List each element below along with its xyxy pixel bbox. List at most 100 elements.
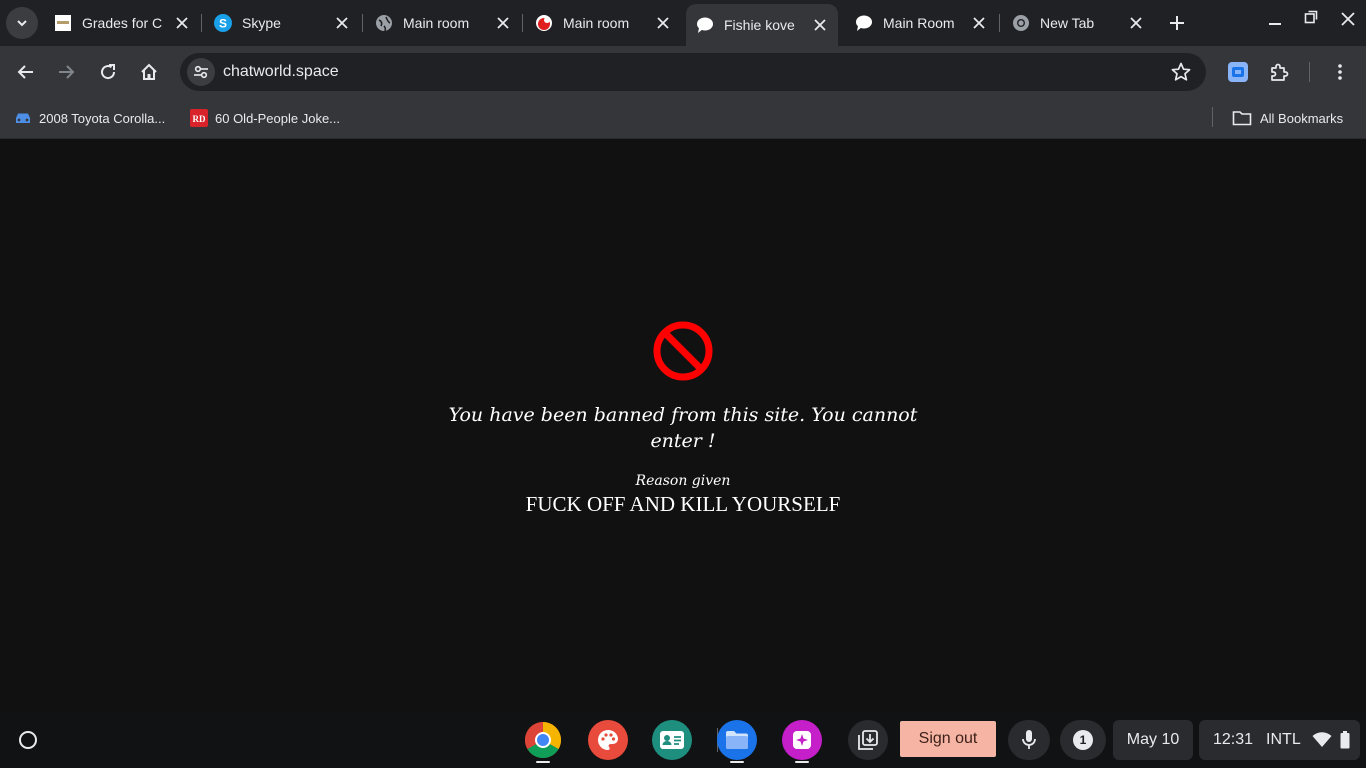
tab-grades[interactable]: Grades for C bbox=[44, 4, 200, 42]
extension-app-button[interactable] bbox=[1226, 60, 1250, 84]
reason-label: Reason given bbox=[635, 473, 731, 489]
extensions-button[interactable] bbox=[1267, 60, 1291, 84]
id-card-icon bbox=[660, 731, 684, 749]
bookmarks-divider bbox=[1212, 107, 1213, 127]
system-tray-button[interactable]: 12:31 INTL bbox=[1199, 720, 1360, 760]
running-indicator bbox=[795, 761, 809, 763]
restore-icon bbox=[1304, 10, 1318, 24]
chat-bubble-icon bbox=[696, 16, 714, 34]
tab-new-tab[interactable]: New Tab bbox=[1002, 4, 1154, 42]
input-method-text: INTL bbox=[1266, 731, 1301, 748]
time-text: 12:31 bbox=[1213, 731, 1254, 748]
star-icon bbox=[1171, 62, 1191, 81]
bookmark-jokes[interactable]: RD 60 Old-People Joke... bbox=[190, 107, 340, 129]
tab-skype[interactable]: S Skype bbox=[204, 4, 360, 42]
bookmark-star-button[interactable] bbox=[1170, 61, 1192, 83]
tab-divider bbox=[522, 14, 523, 32]
extension-app-icon bbox=[1228, 62, 1248, 82]
screen-capture-button[interactable] bbox=[848, 720, 888, 760]
home-button[interactable] bbox=[133, 56, 165, 88]
chat-red-icon bbox=[535, 14, 553, 32]
bookmark-label: 2008 Toyota Corolla... bbox=[39, 110, 166, 126]
chrome-app[interactable] bbox=[523, 720, 563, 760]
sparkle-photo-icon bbox=[793, 731, 811, 749]
forward-button[interactable] bbox=[50, 56, 82, 88]
arrow-right-icon bbox=[59, 65, 75, 79]
more-vert-icon bbox=[1338, 64, 1342, 80]
tab-title: Main room bbox=[403, 15, 470, 31]
puzzle-icon bbox=[1271, 63, 1289, 81]
rd-icon: RD bbox=[190, 109, 208, 127]
menu-button[interactable] bbox=[1328, 60, 1352, 84]
close-icon bbox=[1341, 12, 1355, 26]
home-icon bbox=[141, 63, 157, 80]
close-icon[interactable] bbox=[653, 13, 673, 33]
calendar-date-button[interactable]: May 10 bbox=[1113, 720, 1193, 760]
page-content: You have been banned from this site. You… bbox=[0, 139, 1366, 712]
tune-icon bbox=[194, 65, 208, 79]
svg-text:S: S bbox=[219, 17, 227, 31]
voice-input-button[interactable] bbox=[1008, 720, 1050, 760]
site-info-button[interactable] bbox=[187, 58, 215, 86]
folder-icon bbox=[726, 731, 748, 749]
close-icon[interactable] bbox=[810, 15, 830, 35]
folder-icon bbox=[1232, 109, 1252, 127]
car-icon bbox=[14, 109, 32, 127]
all-bookmarks-button[interactable]: All Bookmarks bbox=[1232, 107, 1343, 129]
restore-button[interactable] bbox=[1300, 6, 1322, 28]
classroom-app[interactable] bbox=[652, 720, 692, 760]
tab-main-room-2[interactable]: Main room bbox=[525, 4, 681, 42]
toolbar-divider bbox=[1309, 62, 1310, 82]
tab-title: Grades for C bbox=[82, 15, 163, 31]
tab-divider bbox=[362, 14, 363, 32]
chrome-icon bbox=[1012, 14, 1030, 32]
sign-out-button[interactable]: Sign out bbox=[900, 721, 996, 757]
minimize-button[interactable] bbox=[1264, 10, 1286, 32]
tab-title: Main Room bbox=[883, 15, 955, 31]
tab-title: Fishie kove bbox=[724, 17, 795, 33]
battery-icon bbox=[1340, 731, 1350, 749]
close-icon[interactable] bbox=[172, 13, 192, 33]
tab-search-button[interactable] bbox=[6, 7, 38, 39]
chevron-down-icon bbox=[17, 20, 27, 27]
close-icon[interactable] bbox=[969, 13, 989, 33]
launcher-button[interactable] bbox=[12, 724, 44, 756]
tab-title: New Tab bbox=[1040, 15, 1095, 31]
tab-strip: Grades for C S Skype Main room Main room… bbox=[0, 0, 1366, 46]
bookmark-toyota[interactable]: 2008 Toyota Corolla... bbox=[14, 107, 165, 129]
address-bar[interactable]: chatworld.space bbox=[180, 53, 1206, 91]
tab-fishie-kove[interactable]: Fishie kove bbox=[686, 4, 838, 46]
url-text[interactable]: chatworld.space bbox=[223, 63, 339, 81]
tab-divider bbox=[999, 14, 1000, 32]
files-app[interactable] bbox=[717, 720, 757, 760]
palette-icon bbox=[598, 730, 618, 750]
tab-main-room-1[interactable]: Main room bbox=[365, 4, 521, 42]
close-icon[interactable] bbox=[1126, 13, 1146, 33]
ban-message: You have been banned from this site. You… bbox=[448, 404, 918, 452]
globe-icon bbox=[375, 14, 393, 32]
close-window-button[interactable] bbox=[1337, 8, 1359, 30]
close-icon[interactable] bbox=[332, 13, 352, 33]
photo-editor-app[interactable] bbox=[782, 720, 822, 760]
new-tab-button[interactable] bbox=[1166, 12, 1188, 34]
bookmarks-bar: 2008 Toyota Corolla... RD 60 Old-People … bbox=[0, 98, 1366, 139]
back-button[interactable] bbox=[10, 56, 42, 88]
all-bookmarks-label: All Bookmarks bbox=[1260, 110, 1344, 126]
bookmark-label: 60 Old-People Joke... bbox=[215, 110, 341, 126]
canvas-app[interactable] bbox=[588, 720, 628, 760]
tab-main-room-3[interactable]: Main Room bbox=[845, 4, 997, 42]
skype-icon: S bbox=[214, 14, 232, 32]
notification-button[interactable]: 1 bbox=[1060, 720, 1106, 760]
tab-title: Skype bbox=[242, 15, 281, 31]
wifi-icon bbox=[1312, 732, 1332, 747]
reload-button[interactable] bbox=[92, 56, 124, 88]
tab-divider bbox=[201, 14, 202, 32]
close-icon[interactable] bbox=[493, 13, 513, 33]
running-indicator bbox=[730, 761, 744, 763]
reason-text: FUCK OFF AND KILL YOURSELF bbox=[525, 492, 841, 516]
svg-text:RD: RD bbox=[193, 114, 206, 124]
arrow-left-icon bbox=[17, 65, 33, 79]
capture-icon bbox=[858, 730, 878, 750]
plus-icon bbox=[1170, 16, 1184, 30]
date-text: May 10 bbox=[1126, 731, 1180, 748]
